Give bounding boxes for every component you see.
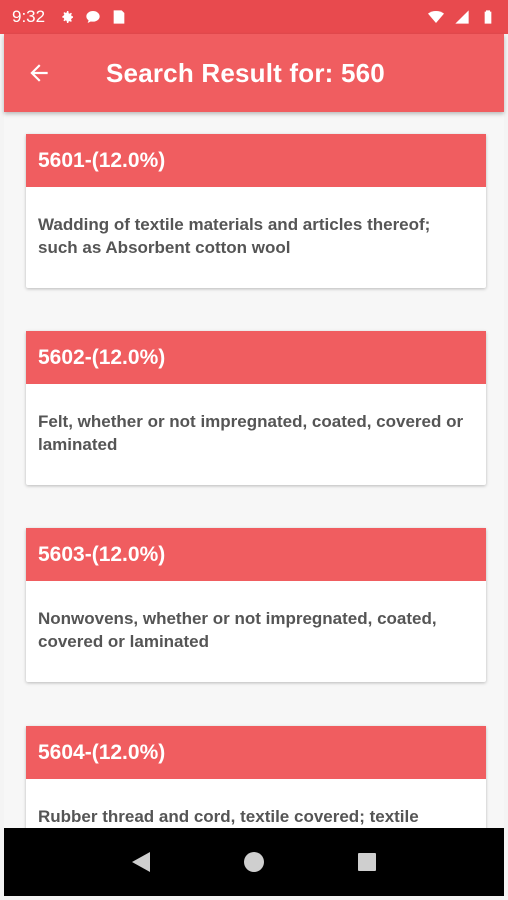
wifi-icon xyxy=(428,9,444,25)
status-icons-left xyxy=(59,9,127,25)
signal-icon xyxy=(454,9,470,25)
results-list[interactable]: 5601-(12.0%) Wadding of textile material… xyxy=(4,112,504,828)
page-title: Search Result for: 560 xyxy=(106,57,385,88)
result-card[interactable]: 5603-(12.0%) Nonwovens, whether or not i… xyxy=(26,528,486,682)
result-description: Rubber thread and cord, textile covered;… xyxy=(38,807,419,826)
result-code: 5603-(12.0%) xyxy=(26,528,486,581)
result-card[interactable]: 5602-(12.0%) Felt, whether or not impreg… xyxy=(26,331,486,485)
recents-square-icon xyxy=(358,853,377,871)
result-code: 5602-(12.0%) xyxy=(26,331,486,384)
phone-screen: 9:32 Search Result for: 560 5601-(12.0%)… xyxy=(0,0,508,900)
home-circle-icon xyxy=(243,852,264,872)
result-card[interactable]: 5604-(12.0%) Rubber thread and cord, tex… xyxy=(26,726,486,828)
nav-recents-button[interactable] xyxy=(347,842,387,882)
nav-home-button[interactable] xyxy=(234,842,274,882)
back-button[interactable] xyxy=(4,34,74,112)
battery-icon xyxy=(480,9,496,25)
back-triangle-icon xyxy=(131,852,150,872)
settings-icon xyxy=(59,9,75,25)
result-code: 5604-(12.0%) xyxy=(26,726,486,779)
result-code: 5601-(12.0%) xyxy=(26,134,486,187)
status-bar: 9:32 xyxy=(0,0,508,34)
result-description: Nonwovens, whether or not impregnated, c… xyxy=(38,609,437,651)
nav-back-button[interactable] xyxy=(121,842,161,882)
app-bar: Search Result for: 560 xyxy=(4,34,504,112)
navigation-bar xyxy=(4,828,504,896)
sim-card-icon xyxy=(111,9,127,25)
chat-icon xyxy=(85,9,101,25)
arrow-back-icon xyxy=(30,64,48,82)
status-icons-right xyxy=(428,9,496,25)
result-card[interactable]: 5601-(12.0%) Wadding of textile material… xyxy=(26,134,486,288)
result-description: Wadding of textile materials and article… xyxy=(38,215,431,257)
result-description: Felt, whether or not impregnated, coated… xyxy=(38,412,464,454)
status-time: 9:32 xyxy=(12,7,46,26)
